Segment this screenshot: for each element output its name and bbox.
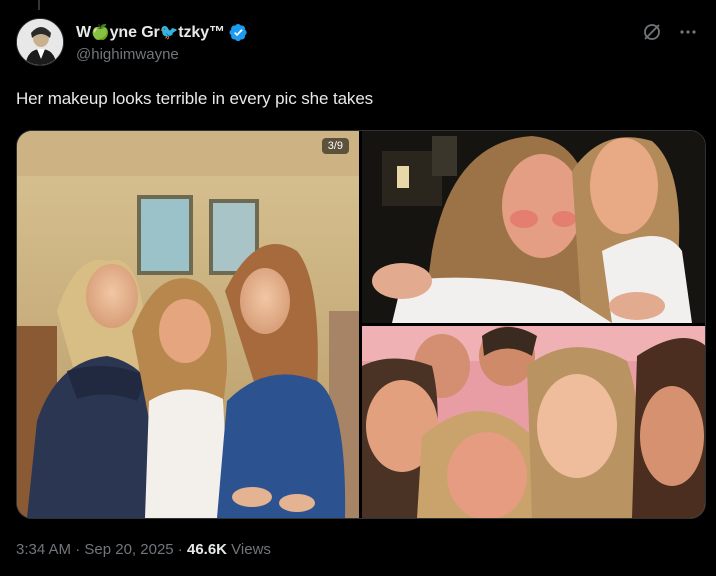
meta-separator: · [173,541,187,558]
views-label: Views [227,541,271,558]
photo-counter: 3/9 [321,138,349,154]
photo-three-girls-posing[interactable]: 3/9 [17,131,359,518]
author-names: W🍏yne Gr🐦tzky™ @highimwayne [76,21,248,63]
views-count[interactable]: 46.6K [187,541,227,558]
tweet-meta: 3:34 AM · Sep 20, 2025 · 46.6K Views [16,541,271,558]
thread-line [38,0,40,10]
photo-two-girls-closeup[interactable] [362,131,705,323]
handle[interactable]: @highimwayne [76,46,248,63]
meta-separator: · [71,541,85,558]
tweet-text: Her makeup looks terrible in every pic s… [16,89,374,108]
tweet-date[interactable]: Sep 20, 2025 [84,541,173,558]
avatar[interactable] [16,18,64,66]
display-name[interactable]: W🍏yne Gr🐦tzky™ [76,23,225,42]
grok-icon[interactable] [640,20,664,44]
photo-group-selfie[interactable] [362,326,705,518]
media-grid: 3/9 [16,130,706,519]
verified-badge-icon [229,23,248,42]
tweet-header: W🍏yne Gr🐦tzky™ @highimwayne [16,18,700,70]
more-options-icon[interactable] [676,20,700,44]
tweet-time[interactable]: 3:34 AM [16,541,71,558]
